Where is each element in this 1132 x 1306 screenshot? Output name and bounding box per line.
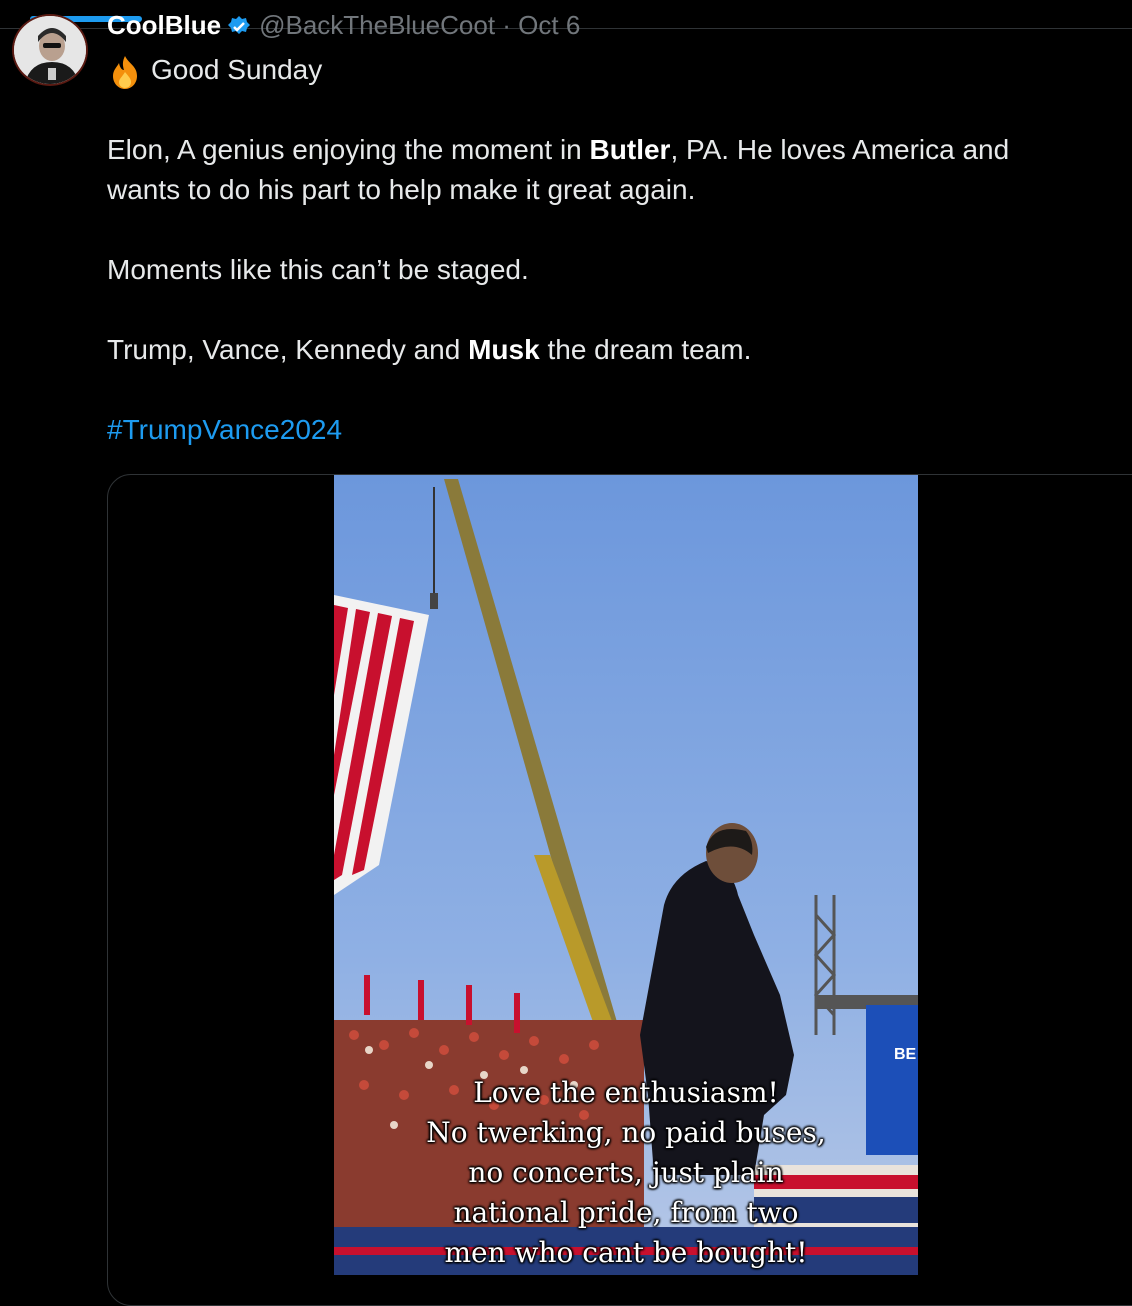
tweet-text-bold: Butler: [589, 134, 671, 165]
caption-line: Love the enthusiasm!: [473, 1076, 779, 1109]
tweet-text: Trump, Vance, Kennedy and: [107, 334, 469, 365]
tweet-text: the dream team.: [539, 334, 752, 365]
tweet-text: Elon, A genius enjoying the moment in: [107, 134, 590, 165]
hashtag-link[interactable]: #TrumpVance2024: [107, 410, 342, 450]
caption-line: No twerking, no paid buses,: [426, 1116, 826, 1149]
video-player[interactable]: BE Love the enthusiasm! No twerking, no …: [334, 475, 918, 1275]
verified-badge-icon: [228, 16, 251, 35]
avatar-photo: [14, 16, 86, 84]
tweet-paragraph-3: Trump, Vance, Kennedy and Musk the dream…: [107, 330, 751, 370]
caption-line: national pride, from two: [453, 1196, 799, 1229]
display-name[interactable]: CoolBlue: [107, 10, 221, 38]
tweet-text-bold: Musk: [468, 334, 540, 365]
tweet-paragraph-1: Elon, A genius enjoying the moment in Bu…: [107, 130, 1009, 170]
tweet-paragraph-2: Moments like this can’t be staged.: [107, 254, 529, 285]
caption-line: men who cant be bought!: [444, 1236, 808, 1269]
greeting-text: Good Sunday: [151, 54, 323, 85]
fire-emoji-icon: [113, 55, 137, 89]
caption-line: no concerts, just plain: [468, 1156, 784, 1189]
stage-sign-text: BE: [894, 1046, 917, 1063]
greeting-line: Good Sunday: [107, 50, 322, 90]
handle-and-date[interactable]: @BackTheBlueCoot · Oct 6: [259, 10, 580, 38]
tweet-paragraph-1-line-2: wants to do his part to help make it gre…: [107, 174, 696, 205]
tweet-text: , PA. He loves America and: [670, 134, 1010, 165]
media-card[interactable]: BE Love the enthusiasm! No twerking, no …: [107, 474, 1132, 1306]
tweet-header[interactable]: CoolBlue @BackTheBlueCoot · Oct 6: [107, 10, 580, 38]
video-caption: Love the enthusiasm! No twerking, no pai…: [334, 1073, 918, 1273]
avatar[interactable]: [12, 14, 88, 86]
